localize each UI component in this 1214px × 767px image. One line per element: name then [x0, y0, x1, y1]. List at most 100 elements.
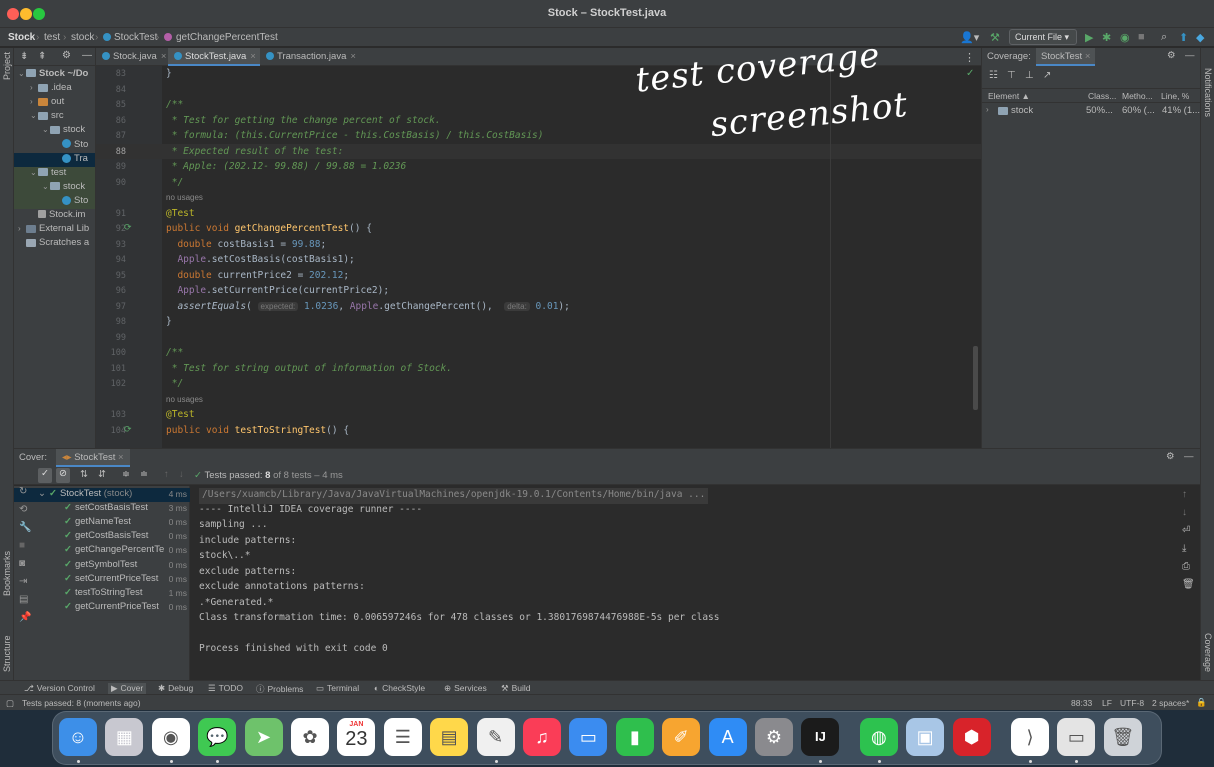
project-tree-item[interactable]: Tra — [14, 152, 95, 167]
project-tree-item[interactable]: › out — [14, 96, 95, 110]
run-test-gutter-icon[interactable]: ⟳ — [124, 223, 134, 233]
close-tab-icon[interactable]: × — [161, 51, 167, 62]
chevron-right-icon[interactable]: › — [30, 83, 38, 92]
project-tree-item[interactable]: Sto — [14, 139, 95, 153]
trash-icon[interactable]: 🗑 — [1103, 718, 1142, 756]
hide-panel-icon[interactable]: — — [1185, 50, 1195, 61]
debug-icon[interactable]: ✱ — [1102, 31, 1111, 44]
caret-position[interactable]: 88:33 — [1071, 698, 1092, 708]
code-line[interactable]: 99 — [96, 330, 981, 346]
console-output[interactable]: /Users/xuamcb/Library/Java/JavaVirtualMa… — [191, 486, 1200, 681]
pin-icon[interactable]: 📌 — [19, 612, 31, 630]
camera-icon[interactable]: ◙ — [19, 558, 31, 576]
code-line[interactable]: 97 assertEquals( expected: 1.0236, Apple… — [96, 299, 981, 315]
coverage-tab-stocktest[interactable]: StockTest × — [1036, 48, 1096, 66]
textedit-icon[interactable]: ✎ — [476, 718, 515, 756]
tool-window-debug[interactable]: ✱ Debug — [158, 683, 193, 694]
wrench-icon[interactable]: 🔧 — [19, 522, 31, 540]
project-tree-item[interactable]: ⌄ Stock ~/Do — [14, 68, 95, 82]
code-line[interactable]: 104 ⟳ public void testToStringTest() { — [96, 423, 981, 439]
system-settings-icon[interactable]: ⚙ — [755, 718, 793, 756]
gear-icon[interactable]: ⚙ — [1167, 50, 1176, 61]
scroll-to-end-icon[interactable]: ⤓ — [1182, 543, 1200, 561]
previous-test-icon[interactable]: ↑ — [164, 469, 169, 480]
project-tree-item[interactable]: ⌄ stock — [14, 180, 95, 195]
editor-scrollbar[interactable] — [973, 346, 978, 410]
inspection-ok-icon[interactable]: ✓ — [966, 68, 974, 79]
launchpad-icon[interactable]: ▦ — [105, 718, 144, 756]
code-line[interactable]: 90 */ — [96, 175, 981, 191]
show-passed-toggle-icon[interactable]: ✓ — [38, 468, 52, 483]
tab-stocktest-java[interactable]: StockTest.java × — [168, 48, 260, 66]
code-line[interactable]: 93 double costBasis1 = 99.88; — [96, 237, 981, 253]
numbers-icon[interactable]: ▮ — [615, 718, 654, 756]
test-case-row[interactable]: ✓ getCostBasisTest 0 ms — [14, 530, 190, 544]
stop-icon[interactable]: ■ — [19, 540, 31, 558]
user-icon[interactable]: 👤▾ — [960, 31, 979, 44]
cover-tab-stocktest[interactable]: ◂▸ StockTest × — [56, 449, 130, 467]
structure-tool-button[interactable]: Structure — [2, 635, 12, 672]
layout-icon[interactable]: ▤ — [19, 594, 31, 612]
expand-all-icon[interactable]: ≑ — [122, 469, 130, 480]
test-case-row[interactable]: ✓ setCostBasisTest 3 ms — [14, 502, 190, 516]
line-separator[interactable]: LF — [1102, 698, 1112, 708]
test-case-row[interactable]: ✓ getSymbolTest 0 ms — [14, 559, 190, 573]
export-icon[interactable]: ↗ — [1043, 70, 1051, 81]
chevron-down-icon[interactable]: ⌄ — [38, 488, 46, 499]
breadcrumb-stock[interactable]: stock — [71, 32, 94, 43]
maps-icon[interactable]: ➤ — [244, 718, 283, 756]
coverage-tool-button[interactable]: Coverage — [1203, 633, 1213, 672]
trash-icon[interactable]: 🗑 — [1182, 579, 1200, 597]
code-line[interactable]: 96 Apple.setCurrentPrice(currentPrice2); — [96, 283, 981, 299]
project-tree-item[interactable]: Sto — [14, 194, 95, 209]
bookmarks-tool-button[interactable]: Bookmarks — [2, 551, 12, 596]
stop-icon[interactable]: ■ — [1138, 31, 1145, 43]
run-icon[interactable]: ▶ — [1085, 31, 1093, 44]
file-encoding[interactable]: UTF-8 — [1120, 698, 1144, 708]
coverage-row-stock[interactable]: › stock 50%... 60% (... 41% (1... — [982, 104, 1200, 118]
test-case-row[interactable]: ✓ setCurrentPriceTest 0 ms — [14, 573, 190, 587]
code-line[interactable]: 92 ⟳ public void getChangePercentTest() { — [96, 221, 981, 237]
calendar-icon[interactable]: JAN 23 — [337, 718, 376, 756]
chevron-down-icon[interactable]: ⌄ — [30, 111, 38, 120]
code-line[interactable]: 103 @Test — [96, 407, 981, 423]
sort-alpha-icon[interactable]: ⇅ — [80, 469, 88, 480]
soft-wrap-icon[interactable]: ⏎ — [1182, 525, 1200, 543]
code-line[interactable]: 88 * Expected result of the test: — [96, 143, 981, 159]
run-with-coverage-icon[interactable]: ◉ — [1120, 31, 1130, 44]
code-line[interactable]: 102 */ — [96, 376, 981, 392]
expand-all-icon[interactable]: ⇟ — [20, 51, 28, 62]
test-case-row[interactable]: ✓ getChangePercentTe 0 ms — [14, 544, 190, 558]
tab-stock-java[interactable]: Stock.java × — [96, 48, 168, 66]
project-tree-item[interactable]: Scratches a — [14, 237, 95, 251]
next-test-icon[interactable]: ↓ — [179, 469, 184, 480]
project-tree-item[interactable]: ⌄ stock — [14, 124, 95, 138]
preview-icon[interactable]: ▣ — [906, 718, 945, 756]
code-line[interactable]: no usages — [96, 392, 981, 408]
column-element[interactable]: Element ▲ — [988, 91, 1030, 101]
scroll-up-icon[interactable]: ↑ — [1182, 489, 1200, 507]
pages-icon[interactable]: ✐ — [662, 718, 701, 756]
breadcrumb-stocktest[interactable]: StockTest — [103, 32, 157, 43]
gear-icon[interactable]: ⚙ — [62, 50, 71, 61]
tab-transaction-java[interactable]: Transaction.java × — [260, 48, 356, 66]
show-ignored-toggle-icon[interactable]: ⊘ — [56, 468, 70, 483]
sort-duration-icon[interactable]: ⇵ — [98, 469, 106, 480]
column-method[interactable]: Metho... — [1122, 91, 1153, 101]
close-tab-icon[interactable]: × — [350, 51, 356, 62]
run-test-gutter-icon[interactable]: ⟳ — [124, 425, 134, 435]
update-icon[interactable]: ⬆ — [1179, 31, 1188, 44]
screenshot-icon[interactable]: ▭ — [1057, 718, 1096, 756]
code-line[interactable]: 94 Apple.setCostBasis(costBasis1); — [96, 252, 981, 268]
print-icon[interactable]: ⎙ — [1182, 561, 1200, 579]
chevron-right-icon[interactable]: › — [30, 97, 38, 106]
tool-window-cover[interactable]: ▶ Cover — [108, 683, 147, 694]
column-class[interactable]: Class... — [1088, 91, 1116, 101]
test-case-row[interactable]: ✓ getNameTest 0 ms — [14, 516, 190, 530]
code-line[interactable]: 101 * Test for string output of informat… — [96, 361, 981, 377]
tool-window-build[interactable]: ⚒ Build — [501, 683, 531, 694]
column-line[interactable]: Line, % — [1161, 91, 1189, 101]
build-hammer-icon[interactable]: ⚒ — [990, 31, 1000, 44]
project-tool-button[interactable]: Project — [2, 52, 12, 80]
notes-icon[interactable]: ▤ — [430, 718, 469, 756]
